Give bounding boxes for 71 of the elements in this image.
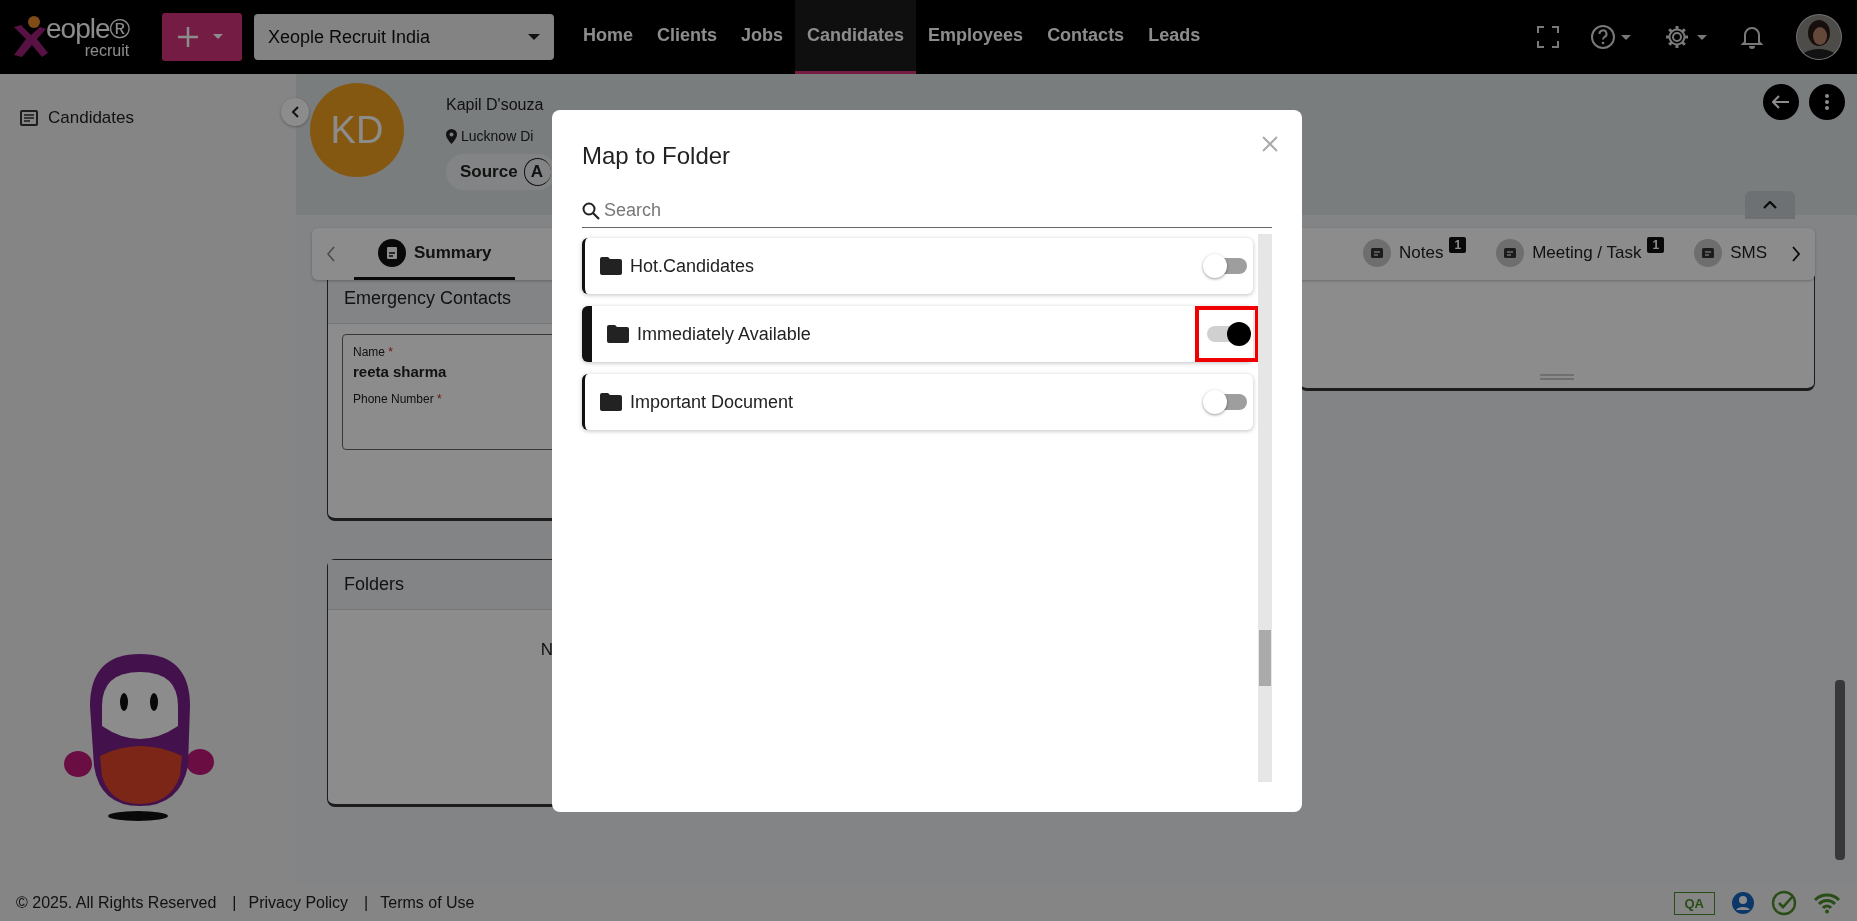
nav-link[interactable]: Employees bbox=[916, 0, 1036, 74]
separator: | bbox=[364, 894, 369, 912]
folder-row[interactable]: Hot.Candidates bbox=[582, 238, 1253, 294]
candidate-location: Lucknow Di bbox=[461, 128, 534, 144]
separator: | bbox=[232, 894, 237, 912]
chevron-right-icon[interactable] bbox=[1791, 246, 1801, 262]
chevron-left-icon bbox=[290, 106, 300, 118]
card-title: Folders bbox=[344, 574, 405, 594]
footer-link[interactable]: Privacy Policy bbox=[248, 894, 349, 912]
tab[interactable]: Notes 1 bbox=[1357, 228, 1473, 280]
nav-link[interactable]: Home bbox=[571, 0, 645, 74]
fullscreen-icon[interactable] bbox=[1537, 26, 1559, 48]
settings-icon[interactable] bbox=[1665, 24, 1709, 50]
card-title: Emergency Contacts bbox=[344, 288, 512, 308]
nav-link[interactable]: Leads bbox=[1136, 0, 1213, 74]
collapse-header-button[interactable] bbox=[1745, 191, 1795, 219]
dialog-title: Map to Folder bbox=[582, 142, 731, 170]
folder-name: Immediately Available bbox=[637, 323, 811, 345]
source-label: Source bbox=[460, 162, 518, 182]
logo-wordmark: eople® bbox=[46, 15, 130, 43]
count-badge: 1 bbox=[1647, 237, 1665, 253]
check-circle-icon[interactable] bbox=[1771, 890, 1797, 916]
candidate-avatar: KD bbox=[310, 83, 404, 177]
back-button[interactable] bbox=[1763, 84, 1799, 120]
wifi-icon bbox=[1813, 892, 1841, 914]
count-badge: 1 bbox=[1449, 237, 1467, 253]
nav-link[interactable]: Jobs bbox=[729, 0, 796, 74]
caret-icon bbox=[528, 34, 540, 40]
empty-message: N bbox=[540, 640, 554, 659]
folder-icon bbox=[600, 257, 622, 275]
more-options-button[interactable] bbox=[1809, 84, 1845, 120]
tab-icon bbox=[1363, 238, 1392, 267]
tab[interactable]: SMS bbox=[1688, 228, 1773, 280]
nav-link[interactable]: Clients bbox=[645, 0, 730, 74]
logo-tagline: recruit bbox=[84, 43, 130, 59]
help-icon[interactable] bbox=[1591, 24, 1633, 50]
candidate-name: Kapil D'souza bbox=[446, 96, 545, 114]
copyright-text: © 2025. All Rights Reserved bbox=[16, 894, 217, 912]
folder-icon bbox=[607, 325, 629, 343]
chevron-left-icon[interactable] bbox=[326, 246, 336, 262]
field-label: Name * bbox=[353, 345, 393, 359]
environment-badge: QA bbox=[1673, 891, 1715, 915]
field-label: Phone Number * bbox=[353, 392, 442, 406]
more-icon bbox=[1825, 94, 1829, 110]
nav-link[interactable]: Candidates bbox=[795, 0, 917, 74]
arrow-left-icon bbox=[1772, 95, 1790, 109]
list-icon bbox=[20, 110, 38, 126]
field-value: reeta sharma bbox=[353, 363, 447, 380]
resize-handle-icon[interactable] bbox=[1540, 374, 1574, 380]
company-dropdown[interactable]: Xeople Recruit India bbox=[254, 14, 554, 60]
scrollbar-thumb[interactable] bbox=[1259, 630, 1271, 686]
user-icon[interactable] bbox=[1731, 891, 1755, 915]
tab-icon bbox=[1496, 238, 1525, 267]
add-new-button[interactable] bbox=[162, 13, 242, 61]
nav-link[interactable]: Contacts bbox=[1035, 0, 1137, 74]
folder-icon bbox=[600, 393, 622, 411]
document-icon bbox=[378, 238, 406, 267]
folder-row[interactable]: Important Document bbox=[582, 374, 1253, 430]
notifications-icon[interactable] bbox=[1741, 25, 1763, 49]
tab[interactable]: Meeting / Task 1 bbox=[1490, 228, 1671, 280]
folder-name: Important Document bbox=[630, 391, 794, 413]
location-pin-icon bbox=[446, 128, 457, 144]
tab-icon bbox=[1694, 238, 1723, 267]
footer-link[interactable]: Terms of Use bbox=[380, 894, 475, 912]
search-field[interactable]: Search bbox=[604, 200, 1272, 221]
close-icon bbox=[1262, 136, 1278, 152]
chevron-up-icon bbox=[1763, 201, 1777, 209]
sidebar-item[interactable]: Candidates bbox=[0, 108, 154, 128]
search-icon bbox=[582, 201, 600, 220]
folder-name: Hot.Candidates bbox=[630, 255, 755, 277]
scrollbar-thumb[interactable] bbox=[1835, 680, 1845, 860]
